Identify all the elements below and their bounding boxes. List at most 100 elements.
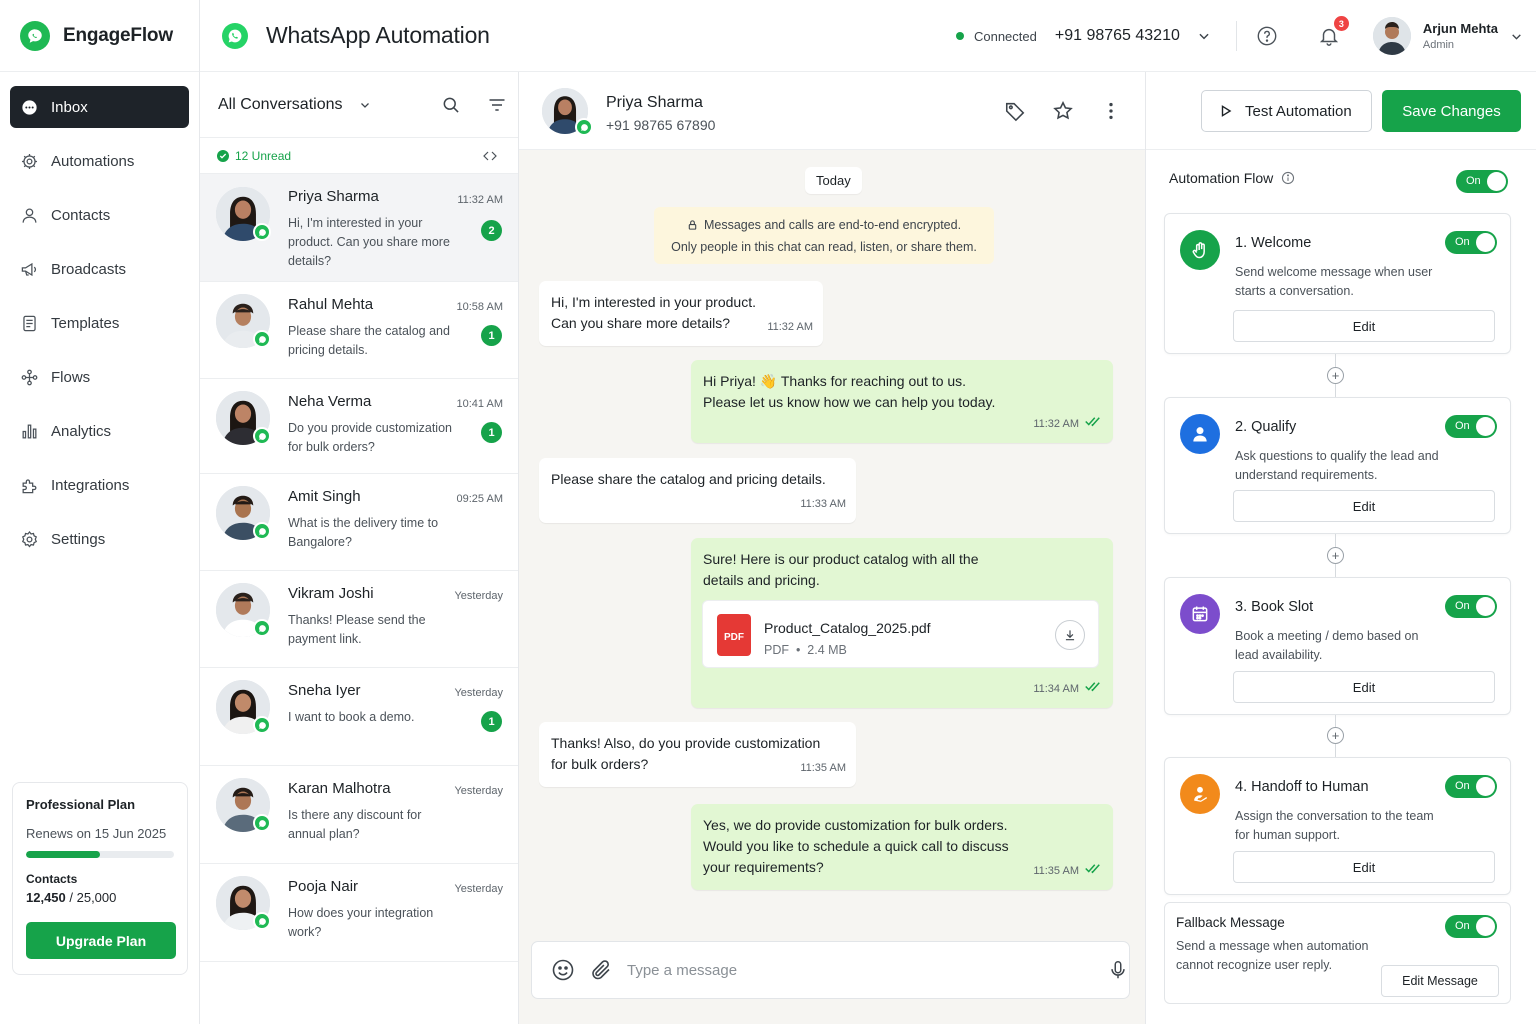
edit-fallback-message-button[interactable]: Edit Message (1381, 965, 1499, 997)
automation-flow-toggle[interactable]: On (1456, 170, 1508, 193)
sidebar-item-analytics[interactable]: Analytics (10, 410, 189, 452)
info-icon[interactable] (1281, 171, 1295, 185)
file-attachment[interactable]: PDF Product_Catalog_2025.pdf PDF • 2.4 MB (702, 600, 1099, 668)
check-icon (217, 149, 229, 162)
paperclip-icon[interactable] (589, 958, 613, 982)
handoff-icon (1180, 774, 1220, 814)
step-title: 1. Welcome (1235, 235, 1312, 251)
conversation-preview: I want to book a demo. (288, 710, 415, 724)
brand: EngageFlow (0, 0, 199, 72)
add-step-plus-icon[interactable]: + (1327, 366, 1344, 384)
conversation-item[interactable]: Pooja Nair Yesterday How does your integra… (200, 864, 518, 962)
edit-step-button[interactable]: Edit (1233, 671, 1495, 703)
conversation-item[interactable]: Neha Verma 10:41 AM Do you provide customi… (200, 379, 518, 474)
conversation-item[interactable]: Amit Singh 09:25 AM What is the delivery t… (200, 474, 518, 571)
page-title: WhatsApp Automation (266, 22, 490, 48)
toggle-knob (1476, 233, 1495, 252)
conversation-time: Yesterday (454, 883, 503, 895)
message-composer (531, 941, 1130, 999)
sidebar-item-flows[interactable]: Flows (10, 356, 189, 398)
step-toggle[interactable]: On (1445, 415, 1497, 438)
collapse-icon[interactable] (478, 144, 502, 168)
plan-contacts-value: 12,450 / 25,000 (26, 890, 174, 905)
avatar[interactable] (1372, 17, 1411, 55)
star-icon[interactable] (1051, 99, 1075, 123)
conversation-item[interactable]: Vikram Joshi Yesterday Thanks! Please send… (200, 571, 518, 668)
emoji-icon[interactable] (551, 958, 575, 982)
toggle-knob (1476, 597, 1495, 616)
message-time: 11:34 AM (1033, 679, 1103, 700)
save-changes-button[interactable]: Save Changes (1382, 90, 1521, 132)
conversation-preview: Do you provide customization for bulk or… (288, 421, 452, 454)
sidebar-item-settings[interactable]: Settings (10, 518, 189, 560)
toggle-label: On (1455, 236, 1470, 248)
fallback-message-card: Fallback Message Send a message when aut… (1164, 902, 1511, 1004)
upgrade-plan-button[interactable]: Upgrade Plan (26, 922, 176, 959)
download-icon[interactable] (1055, 620, 1085, 650)
app-root: EngageFlow Inbox Automations Contacts Br… (0, 0, 1536, 1024)
microphone-icon[interactable] (1107, 958, 1129, 982)
edit-step-button[interactable]: Edit (1233, 490, 1495, 522)
unread-count: 12 Unread (235, 148, 292, 163)
conversation-items: Priya Sharma 11:32 AM Hi, I'm interested i… (200, 174, 518, 962)
conversation-name: Sneha Iyer (288, 682, 361, 699)
wave-hand-icon (1180, 230, 1220, 270)
step-toggle[interactable]: On (1445, 231, 1497, 254)
add-step-plus-icon[interactable]: + (1327, 727, 1344, 744)
conversation-item[interactable]: Rahul Mehta 10:58 AM Please share the cata… (200, 282, 518, 379)
whatsapp-badge-icon (253, 814, 271, 832)
search-icon[interactable] (439, 93, 463, 117)
automation-panel: Test Automation Save Changes Automation … (1146, 72, 1536, 1024)
user-icon (1180, 414, 1220, 454)
test-automation-button[interactable]: Test Automation (1201, 90, 1372, 132)
incoming-message: Thanks! Also, do you provide customizati… (539, 722, 856, 787)
edit-step-button[interactable]: Edit (1233, 310, 1495, 342)
chevron-down-icon[interactable] (1192, 24, 1216, 48)
toggle-knob (1487, 172, 1506, 191)
sidebar-item-label: Contacts (51, 206, 111, 224)
message-time: 11:33 AM (800, 494, 846, 515)
sidebar-item-inbox[interactable]: Inbox (10, 86, 189, 128)
unread-badge: 1 (481, 711, 502, 732)
sidebar-item-broadcasts[interactable]: Broadcasts (10, 248, 189, 290)
plan-contacts-label: Contacts (26, 872, 78, 886)
edit-step-button[interactable]: Edit (1233, 851, 1495, 883)
puzzle-icon (19, 475, 39, 495)
step-toggle[interactable]: On (1445, 595, 1497, 618)
filter-icon[interactable] (485, 93, 509, 117)
connected-phone-number[interactable]: +91 98765 43210 (1055, 27, 1180, 45)
sidebar-item-integrations[interactable]: Integrations (10, 464, 189, 506)
gear-icon (19, 529, 39, 549)
conversation-item[interactable]: Karan Malhotra Yesterday Is there any disc… (200, 766, 518, 864)
test-automation-label: Test Automation (1245, 102, 1352, 120)
message-time: 11:32 AM (1033, 414, 1103, 435)
sidebar-item-contacts[interactable]: Contacts (10, 194, 189, 236)
add-step-plus-icon[interactable]: + (1327, 546, 1344, 564)
sidebar-item-templates[interactable]: Templates (10, 302, 189, 344)
user-meta[interactable]: Arjun Mehta Admin (1423, 21, 1498, 51)
toggle-knob (1476, 777, 1495, 796)
message-time: 11:32 AM (767, 317, 813, 338)
unread-badge: 1 (481, 325, 502, 346)
message-line: Please share the catalog and pricing det… (551, 471, 826, 487)
message-input[interactable] (627, 961, 1015, 979)
chat-contact-name: Priya Sharma (606, 94, 703, 111)
chevron-down-icon[interactable] (353, 93, 377, 117)
sidebar-item-label: Flows (51, 368, 91, 386)
conversation-name: Neha Verma (288, 393, 372, 410)
chat-actions (979, 99, 1123, 123)
conversation-filter-dropdown[interactable]: All Conversations (218, 96, 343, 114)
step-description: Send welcome message when user starts a … (1235, 265, 1433, 298)
unread-summary: 12 Unread (200, 138, 518, 174)
conversation-item[interactable]: Sneha Iyer Yesterday I want to book a demo… (200, 668, 518, 766)
more-vertical-icon[interactable] (1099, 99, 1123, 123)
tag-icon[interactable] (1003, 99, 1027, 123)
bell-icon[interactable]: 3 (1317, 16, 1349, 48)
help-icon[interactable] (1255, 24, 1279, 48)
chevron-down-icon[interactable] (1504, 24, 1528, 48)
plan-renewal-date: Renews on 15 Jun 2025 (26, 826, 167, 841)
fallback-toggle[interactable]: On (1445, 915, 1497, 938)
step-toggle[interactable]: On (1445, 775, 1497, 798)
sidebar-item-automations[interactable]: Automations (10, 140, 189, 182)
conversation-item[interactable]: Priya Sharma 11:32 AM Hi, I'm interested i… (200, 174, 518, 282)
